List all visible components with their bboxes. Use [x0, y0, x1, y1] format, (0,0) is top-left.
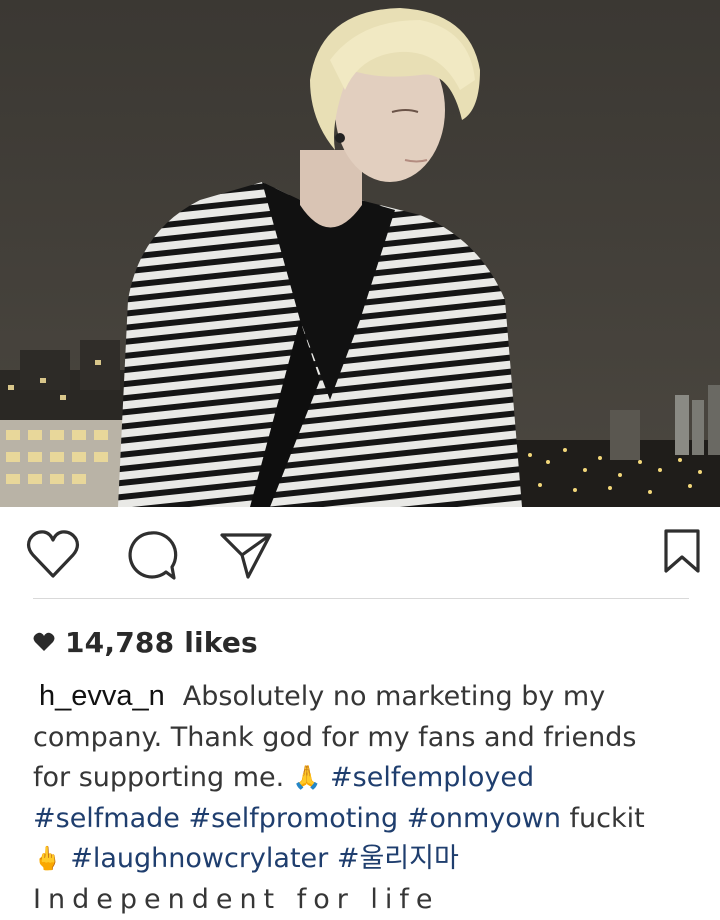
likes-count: 14,788 likes: [65, 626, 258, 659]
photo-illustration: [0, 0, 720, 507]
caption-line-3: for supporting me. 🙏 #selfemployed: [33, 758, 703, 799]
praying-hands-icon: 🙏: [293, 758, 322, 799]
action-bar: [0, 507, 720, 599]
caption-text-4: fuckit: [570, 803, 645, 834]
middle-finger-icon: 🖕: [33, 839, 62, 880]
hashtag-links[interactable]: #selfmade #selfpromoting #onmyown: [33, 803, 561, 834]
heart-outline-icon[interactable]: [25, 529, 81, 585]
hashtag-links-2[interactable]: #laughnowcrylater #울리지마: [70, 843, 459, 874]
heart-filled-icon: [33, 632, 55, 652]
caption-text-3: for supporting me.: [33, 762, 284, 793]
comment-bubble-icon[interactable]: [124, 529, 180, 587]
likes-row[interactable]: 14,788 likes: [33, 622, 258, 662]
post-photo[interactable]: [0, 0, 720, 507]
caption-line-6: Independent for life: [33, 880, 703, 920]
caption-text-1: Absolutely no marketing by my: [183, 681, 605, 712]
caption-line-2: company. Thank god for my fans and frien…: [33, 718, 703, 759]
hashtag-link[interactable]: #selfemployed: [330, 762, 534, 793]
caption-line-4: #selfmade #selfpromoting #onmyown fuckit: [33, 799, 703, 840]
bookmark-icon[interactable]: [662, 527, 702, 579]
caption-line-5: 🖕 #laughnowcrylater #울리지마: [33, 839, 703, 880]
caption: h_evva_n Absolutely no marketing by my co…: [33, 676, 703, 920]
divider: [33, 598, 689, 599]
paper-plane-icon[interactable]: [218, 529, 274, 585]
caption-line-1: h_evva_n Absolutely no marketing by my: [33, 676, 703, 718]
username[interactable]: h_evva_n: [31, 676, 173, 717]
